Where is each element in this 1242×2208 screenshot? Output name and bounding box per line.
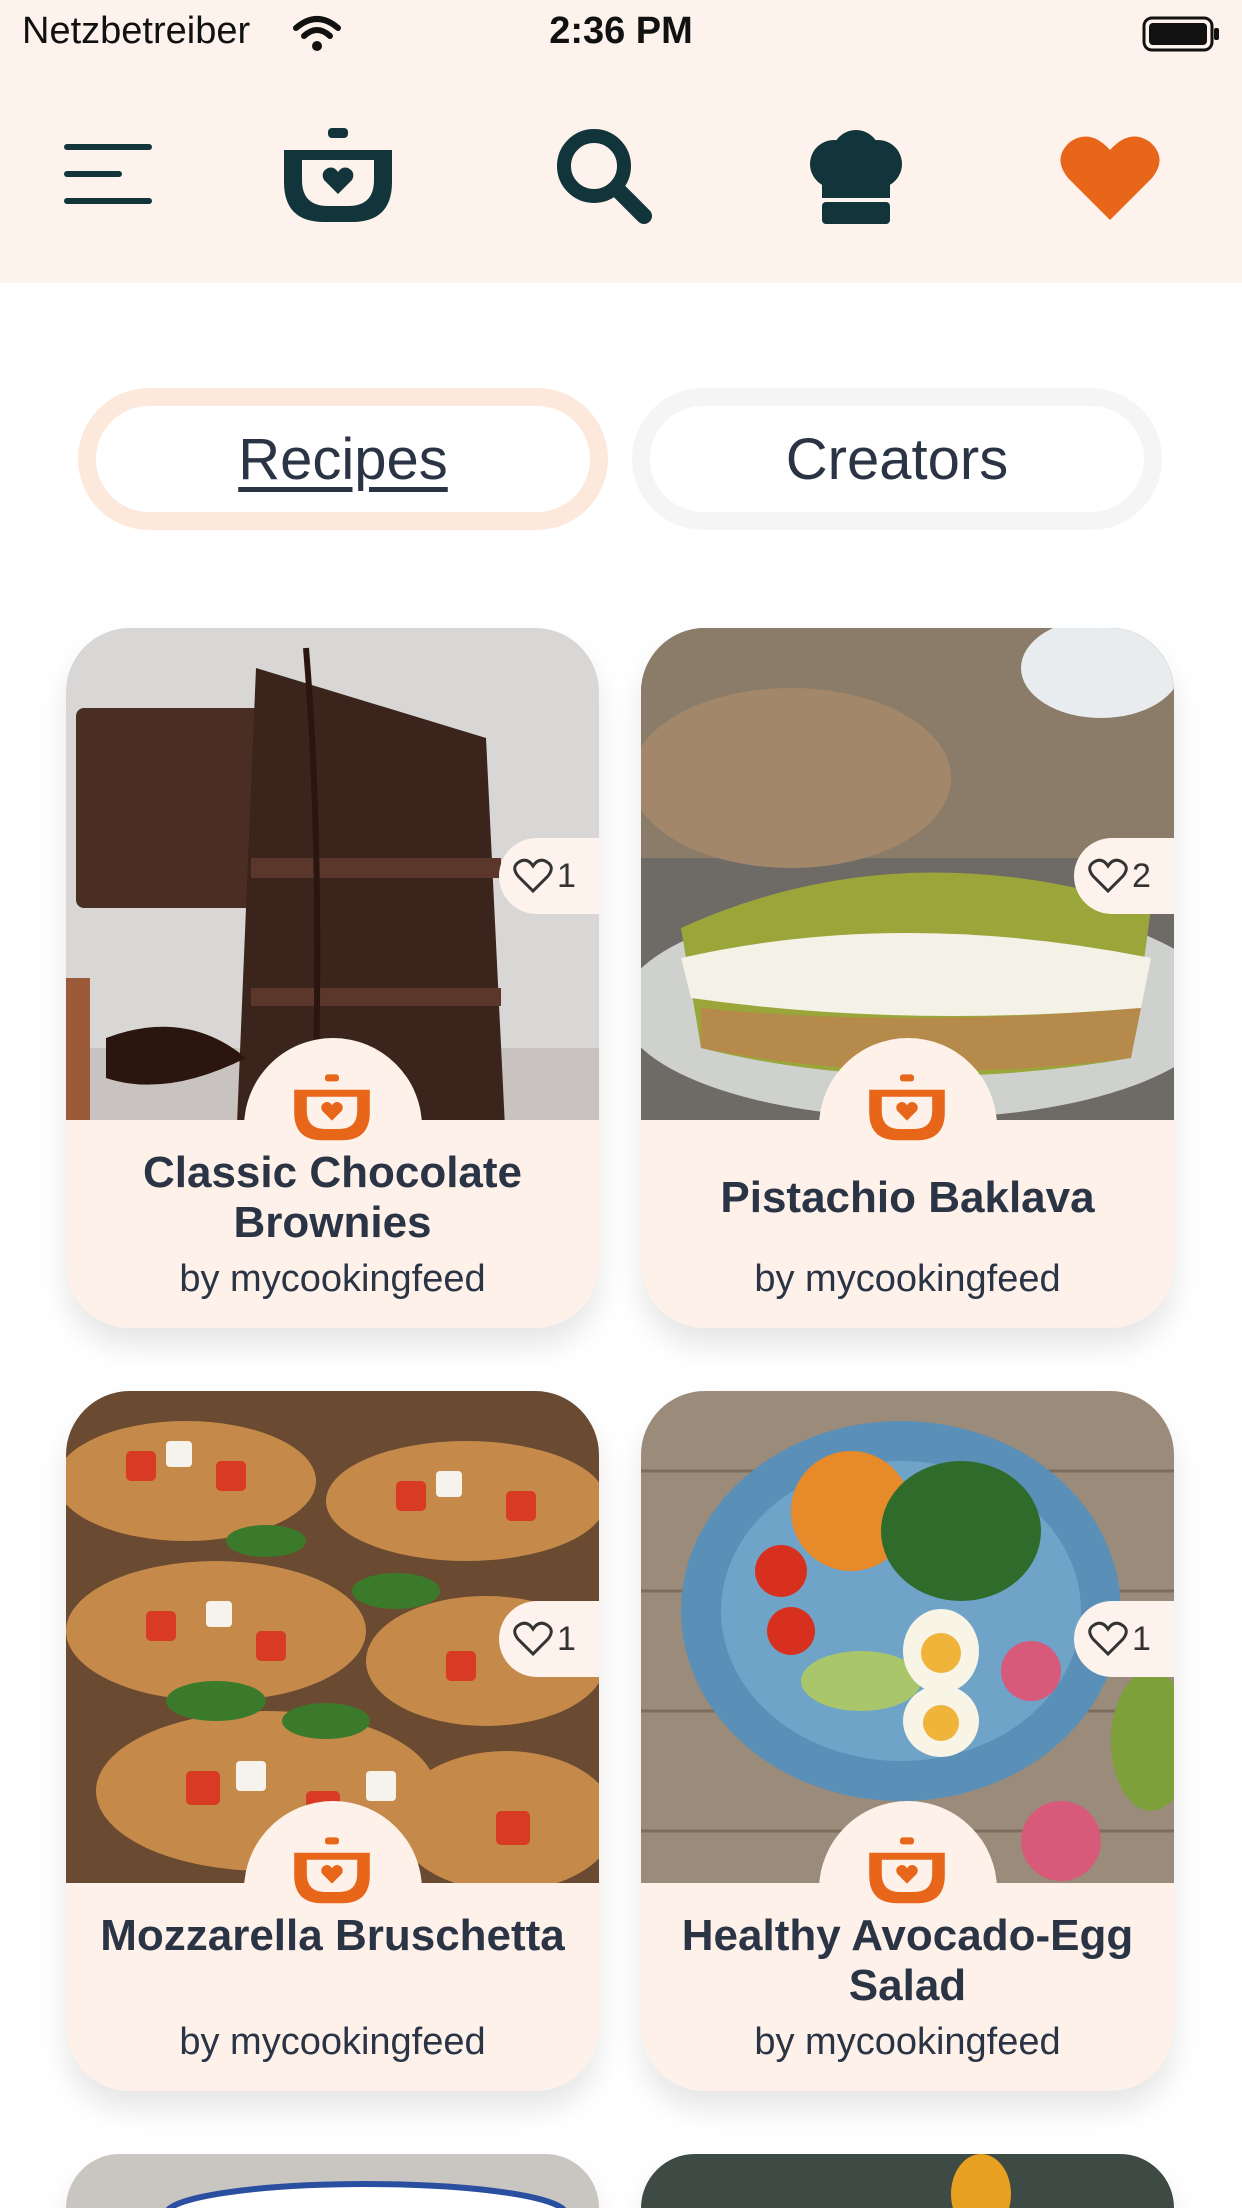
likes-count: 1	[557, 1619, 576, 1658]
recipe-author: by mycookingfeed	[179, 1258, 486, 1300]
tab-recipes[interactable]: Recipes	[78, 388, 608, 530]
recipe-card[interactable]	[641, 2154, 1174, 2208]
likes-count: 2	[1132, 856, 1151, 895]
recipe-photo	[66, 2154, 599, 2208]
likes-badge[interactable]: 1	[499, 1601, 599, 1677]
pot-heart-icon	[863, 1073, 951, 1148]
pot-heart-icon[interactable]	[278, 126, 398, 231]
recipe-author: by mycookingfeed	[179, 2021, 486, 2063]
heart-icon[interactable]	[1058, 132, 1162, 229]
likes-count: 1	[1132, 1619, 1151, 1658]
recipe-author: by mycookingfeed	[754, 2021, 1061, 2063]
recipe-title: Mozzarella Bruschetta	[100, 1911, 565, 1960]
pot-heart-icon	[863, 1836, 951, 1911]
heart-outline-icon	[513, 858, 553, 894]
top-bar: Netzbetreiber 2:36 PM	[0, 0, 1242, 283]
recipe-card[interactable]: 2 Pistachio Baklava by mycookingfeed	[641, 628, 1174, 1328]
menu-icon[interactable]	[64, 142, 154, 211]
recipe-author: by mycookingfeed	[754, 1258, 1061, 1300]
recipe-card[interactable]: 1 Mozzarella Bruschetta by mycookingfeed	[66, 1391, 599, 2091]
tab-creators-label: Creators	[650, 406, 1144, 512]
recipe-photo	[641, 2154, 1174, 2208]
pot-heart-icon	[288, 1073, 376, 1148]
battery-icon	[1142, 16, 1222, 57]
likes-badge[interactable]: 1	[499, 838, 599, 914]
likes-badge[interactable]: 1	[1074, 1601, 1174, 1677]
tab-creators[interactable]: Creators	[632, 388, 1162, 530]
recipe-card[interactable]: 1 Classic Chocolate Brownies by mycookin…	[66, 628, 599, 1328]
likes-count: 1	[557, 856, 576, 895]
status-bar: Netzbetreiber 2:36 PM	[0, 0, 1242, 68]
pot-heart-icon	[288, 1836, 376, 1911]
recipe-card[interactable]: 1 Healthy Avocado-Egg Salad by mycooking…	[641, 1391, 1174, 2091]
recipe-card[interactable]	[66, 2154, 599, 2208]
recipe-title: Pistachio Baklava	[720, 1173, 1095, 1222]
tab-recipes-label: Recipes	[96, 406, 590, 512]
search-icon[interactable]	[554, 126, 654, 231]
heart-outline-icon	[1088, 1621, 1128, 1657]
heart-outline-icon	[1088, 858, 1128, 894]
status-time: 2:36 PM	[549, 10, 693, 52]
chef-hat-icon[interactable]	[808, 130, 904, 229]
recipe-title: Healthy Avocado-Egg Salad	[681, 1911, 1134, 2010]
recipe-title: Classic Chocolate Brownies	[142, 1148, 523, 1247]
heart-outline-icon	[513, 1621, 553, 1657]
likes-badge[interactable]: 2	[1074, 838, 1174, 914]
